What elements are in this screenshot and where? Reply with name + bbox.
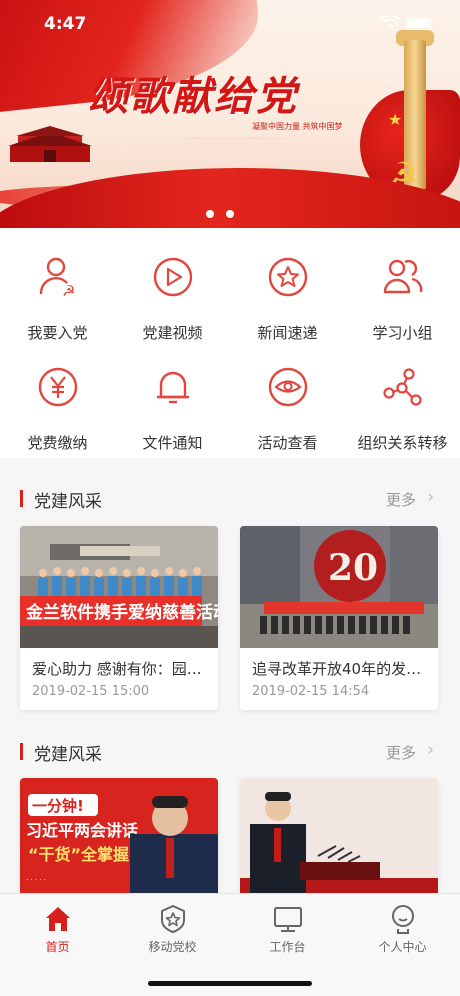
feature-news[interactable]: 新闻速递 — [230, 228, 345, 342]
feature-label: 党费缴纳 — [27, 434, 88, 452]
section-header: 党建风采 更多 › — [0, 476, 460, 520]
carousel-pagination — [206, 210, 254, 218]
svg-text:20: 20 — [328, 547, 378, 589]
svg-text:· · · · ·: · · · · · — [26, 876, 46, 884]
banner-headline: 颂歌献给党 — [88, 73, 298, 120]
section-header: 党建风采 更多 › — [0, 729, 460, 773]
person-party-icon: ☭ — [39, 257, 75, 298]
feature-join-party[interactable]: ☭ 我要入党 — [0, 228, 115, 342]
news-photo: 20 — [240, 526, 438, 648]
home-indicator — [148, 981, 312, 986]
news-date: 2019-02-15 15:00 — [32, 684, 150, 699]
tab-label: 个人中心 — [378, 940, 427, 954]
hero-banner[interactable]: · · · · · · · · 颂歌献给党 凝聚中国力量 共筑中国梦 · · ·… — [0, 0, 460, 228]
feature-activities[interactable]: 活动查看 — [230, 338, 345, 452]
wifi-icon — [380, 16, 400, 29]
feature-study-group[interactable]: 学习小组 — [345, 228, 460, 342]
news-date: 2019-02-15 14:54 — [252, 684, 370, 699]
feature-label: 组织关系转移 — [357, 434, 448, 452]
section-title: 党建风采 — [34, 492, 102, 512]
section-accent-bar — [20, 743, 23, 760]
news-photo: 一分钟! 习近平两会讲话 “干货”全掌握 · · · · · — [20, 778, 218, 896]
star-circle-icon — [268, 257, 308, 297]
home-icon — [46, 907, 70, 931]
news-photo — [240, 778, 438, 896]
tab-label: 移动党校 — [148, 940, 197, 954]
bell-icon — [157, 371, 189, 404]
feature-grid: ☭ 我要入党 党建视频 新闻速递 学习小组 党费缴纳 文件通知 活动查看 组织关… — [0, 228, 460, 458]
news-photo: 金兰软件携手爱纳慈善活动 — [20, 526, 218, 648]
video-play-icon — [153, 257, 193, 297]
banner-fine-print: · · · · · · · · · · · · · · · · · · · · … — [184, 136, 285, 141]
photo-headline-text: 习近平两会讲话 — [26, 821, 138, 840]
tab-mobile-party-school[interactable]: 移动党校 — [115, 894, 230, 964]
feature-org-transfer[interactable]: 组织关系转移 — [345, 338, 460, 452]
feature-label: 活动查看 — [257, 434, 318, 452]
tab-label: 工作台 — [269, 940, 306, 954]
carousel-dot[interactable] — [206, 210, 214, 218]
tab-profile[interactable]: 个人中心 — [345, 894, 460, 964]
status-indicators — [380, 16, 432, 30]
news-card[interactable]: 金兰软件携手爱纳慈善活动 爱心助力 感谢有你：园区企业捐助贫困学生 2019-0… — [20, 526, 218, 710]
tab-home[interactable]: 首页 — [0, 894, 115, 964]
chevron-right-icon[interactable]: › — [427, 740, 434, 760]
news-card[interactable]: 20 追寻改革开放40年的发展足迹 2019-02-15 14:54 — [240, 526, 438, 710]
section-accent-bar — [20, 490, 23, 507]
news-caption: 爱心助力 感谢有你：园区企业捐助贫困学生 — [32, 660, 212, 678]
group-icon — [383, 259, 423, 294]
banner-slogan: 凝聚中国力量 共筑中国梦 — [252, 122, 343, 131]
feature-party-video[interactable]: 党建视频 — [115, 228, 230, 342]
eye-icon — [268, 367, 308, 407]
section-title: 党建风采 — [34, 745, 102, 765]
user-icon — [392, 905, 414, 934]
photo-subheadline-text: “干货”全掌握 — [28, 845, 129, 864]
status-time: 4:47 — [44, 14, 87, 34]
battery-icon — [406, 16, 432, 30]
news-caption: 追寻改革开放40年的发展足迹 — [252, 660, 432, 678]
news-card[interactable] — [240, 778, 438, 896]
feature-file-notice[interactable]: 文件通知 — [115, 338, 230, 452]
photo-tag-text: 一分钟! — [32, 797, 84, 815]
svg-text:☭: ☭ — [62, 282, 75, 298]
news-card[interactable]: 一分钟! 习近平两会讲话 “干货”全掌握 · · · · · — [20, 778, 218, 896]
feature-dues[interactable]: 党费缴纳 — [0, 338, 115, 452]
chevron-right-icon[interactable]: › — [427, 487, 434, 507]
tab-label: 首页 — [45, 940, 70, 954]
photo-banner-text: 金兰软件携手爱纳慈善活动 — [25, 602, 218, 623]
tab-workbench[interactable]: 工作台 — [230, 894, 345, 964]
carousel-dot-active[interactable] — [246, 210, 254, 218]
more-link[interactable]: 更多 — [386, 742, 416, 763]
feature-label: 文件通知 — [142, 434, 203, 452]
more-link[interactable]: 更多 — [386, 489, 416, 510]
carousel-dot[interactable] — [226, 210, 234, 218]
badge-star-icon — [161, 905, 185, 933]
share-nodes-icon — [383, 368, 422, 406]
banner-decor-text: · · · · · · · · — [176, 14, 250, 21]
tiananmen-illustration — [8, 126, 92, 162]
yuan-icon — [38, 367, 78, 407]
monitor-icon — [274, 907, 302, 932]
